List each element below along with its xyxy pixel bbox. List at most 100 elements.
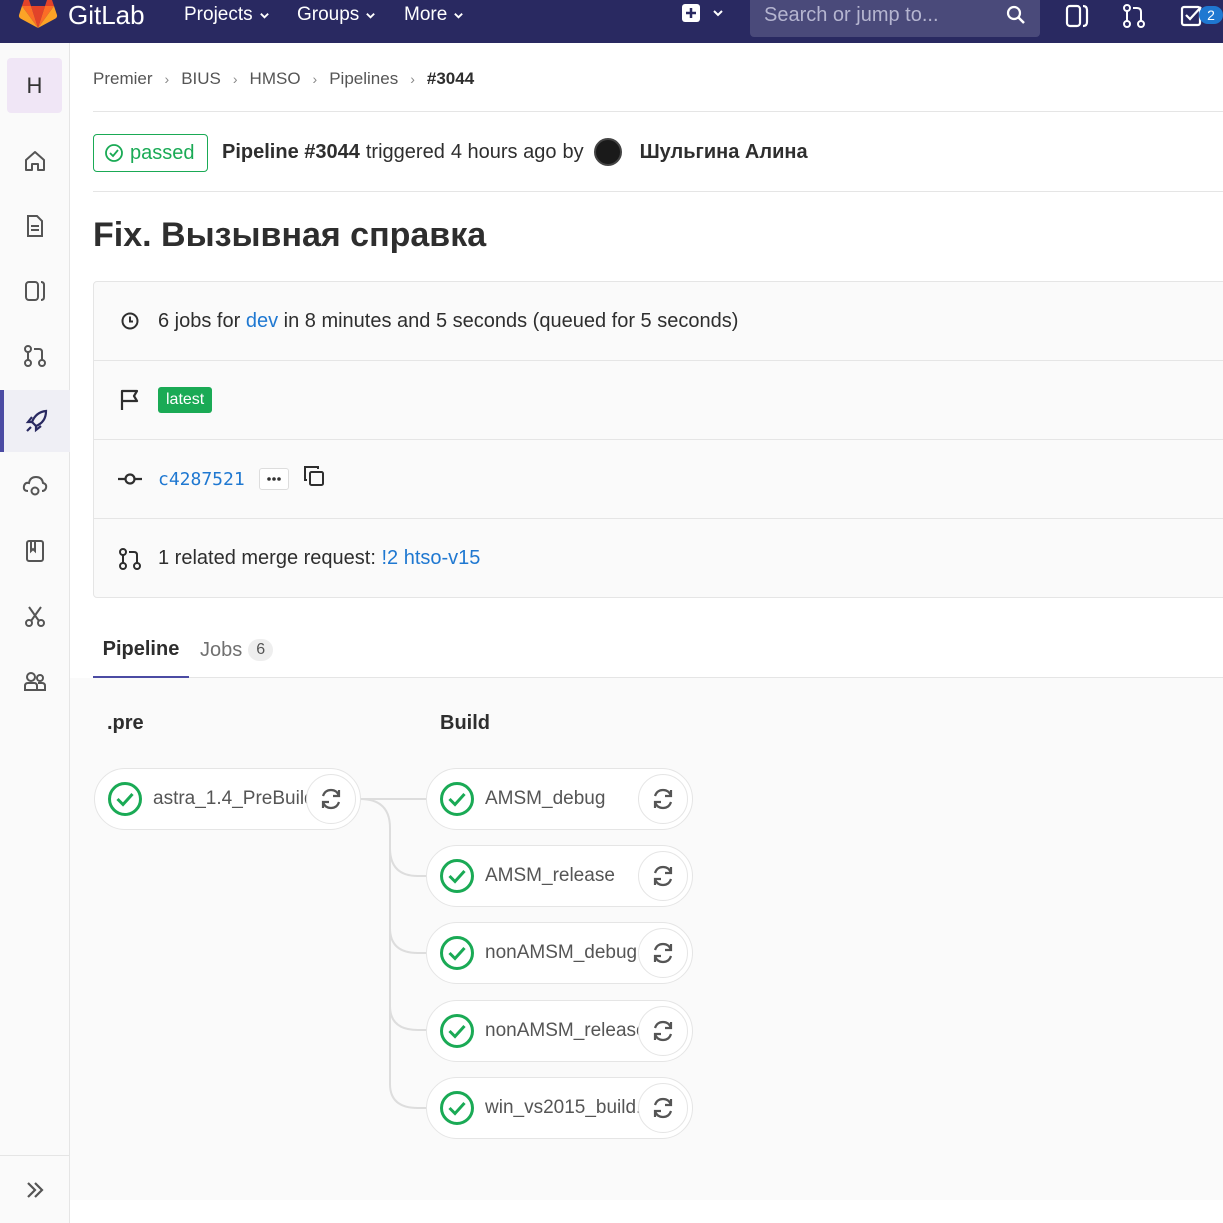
user-name[interactable]: Шульгина Алина <box>640 141 808 164</box>
tab-pipeline[interactable]: Pipeline <box>93 622 189 678</box>
chevron-right-icon: › <box>232 71 238 87</box>
retry-icon <box>653 788 673 810</box>
project-avatar[interactable]: H <box>7 58 62 113</box>
jobs-count-badge: 6 <box>248 639 274 661</box>
job-win-vs2015-build[interactable]: win_vs2015_build... <box>426 1077 693 1139</box>
retry-job-button[interactable] <box>638 1083 688 1133</box>
breadcrumb: Premier › BIUS › HMSO › Pipelines › #304… <box>93 64 474 94</box>
sidebar-item-wiki[interactable] <box>0 520 70 582</box>
breadcrumb-hmso[interactable]: HMSO <box>250 69 301 89</box>
gitlab-brand[interactable]: GitLab <box>68 0 145 30</box>
sidebar-item-project[interactable] <box>0 130 70 192</box>
merge-request-icon <box>24 345 46 367</box>
sidebar-item-snippets[interactable] <box>0 585 70 647</box>
jobs-prefix: 6 jobs for <box>158 309 241 332</box>
job-name: astra_1.4_PreBuild <box>153 788 308 809</box>
chevron-right-icon: › <box>410 71 415 87</box>
breadcrumb-bius[interactable]: BIUS <box>181 69 221 89</box>
check-circle-icon <box>440 1014 474 1048</box>
double-chevron-right-icon <box>27 1181 44 1198</box>
new-dropdown-button[interactable] <box>680 2 724 24</box>
groups-menu[interactable]: Groups <box>297 4 376 26</box>
pipeline-id: Pipeline #3044 <box>222 140 360 163</box>
search-input[interactable]: Search or jump to... <box>750 0 1040 37</box>
retry-icon <box>653 1097 673 1119</box>
job-nonamsm-debug[interactable]: nonAMSM_debug <box>426 922 693 984</box>
job-astra-prebuild[interactable]: astra_1.4_PreBuild <box>94 768 361 830</box>
more-menu[interactable]: More <box>404 4 464 26</box>
projects-menu[interactable]: Projects <box>184 4 270 26</box>
by-text: by <box>562 140 584 163</box>
chevron-right-icon: › <box>164 71 170 87</box>
chevron-down-icon <box>713 10 723 17</box>
gitlab-logo-icon[interactable] <box>18 0 58 32</box>
sidebar-item-operations[interactable] <box>0 455 70 517</box>
todo-count-badge: 2 <box>1199 6 1223 24</box>
check-circle-icon <box>105 144 123 162</box>
triggered-time: 4 hours ago <box>450 140 557 163</box>
commit-sha-link[interactable]: c4287521 <box>158 469 245 490</box>
retry-icon <box>653 865 673 887</box>
issues-icon[interactable] <box>1064 3 1090 29</box>
tab-jobs[interactable]: Jobs 6 <box>200 622 274 678</box>
merge-request-icon[interactable] <box>1121 3 1147 29</box>
job-name: AMSM_release <box>485 865 615 886</box>
scissors-icon <box>25 606 45 627</box>
job-amsm-debug[interactable]: AMSM_debug <box>426 768 693 830</box>
divider <box>93 111 1223 112</box>
breadcrumb-pipelines[interactable]: Pipelines <box>329 69 398 89</box>
retry-job-button[interactable] <box>638 851 688 901</box>
pipeline-graph: .pre Build astra_1.4_PreBuild AMSM_debug <box>70 678 1223 1200</box>
sidebar-item-ci-cd[interactable] <box>0 390 70 452</box>
copy-sha-button[interactable] <box>303 465 325 493</box>
user-avatar[interactable] <box>593 138 622 166</box>
job-amsm-release[interactable]: AMSM_release <box>426 845 693 907</box>
branch-link[interactable]: dev <box>246 310 278 333</box>
check-circle-icon <box>440 859 474 893</box>
expand-commit-message-button[interactable] <box>258 468 289 490</box>
pipeline-header: Pipeline #3044 triggered 4 hours ago by … <box>222 138 808 166</box>
rocket-icon <box>25 409 48 433</box>
plus-square-icon <box>682 4 700 22</box>
check-circle-icon <box>440 936 474 970</box>
stage-title-build: Build <box>440 712 490 734</box>
job-nonamsm-release[interactable]: nonAMSM_release <box>426 1000 693 1062</box>
merge-request-row: 1 related merge request: !2 htso-v15 <box>94 519 1223 598</box>
breadcrumb-premier[interactable]: Premier <box>93 69 153 89</box>
merge-request-link[interactable]: !2 htso-v15 <box>381 547 480 570</box>
sidebar-item-merge-requests[interactable] <box>0 325 70 387</box>
flag-icon <box>120 389 139 410</box>
retry-job-button[interactable] <box>638 928 688 978</box>
retry-icon <box>653 1020 673 1042</box>
top-navbar: GitLab Projects Groups More Search or ju… <box>0 0 1223 43</box>
job-name: AMSM_debug <box>485 788 606 809</box>
duration-text: in 8 minutes and 5 seconds (queued for 5… <box>283 309 739 332</box>
collapse-sidebar-button[interactable] <box>0 1155 70 1223</box>
tab-pipeline-label: Pipeline <box>102 637 180 660</box>
sidebar-item-issues[interactable] <box>0 260 70 322</box>
check-circle-icon <box>440 782 474 816</box>
status-badge[interactable]: passed <box>93 134 208 172</box>
copy-icon <box>303 466 324 486</box>
groups-menu-label: Groups <box>297 4 360 25</box>
breadcrumb-current[interactable]: #3044 <box>427 69 474 89</box>
search-icon <box>1006 5 1025 24</box>
triggered-text: triggered <box>365 140 445 163</box>
retry-job-button[interactable] <box>638 774 688 824</box>
project-sidebar: H <box>0 43 70 1223</box>
pipeline-tabs: Pipeline Jobs 6 <box>93 622 1223 678</box>
pipeline-info-box: 6 jobs for dev in 8 minutes and 5 second… <box>93 281 1223 598</box>
retry-icon <box>321 788 341 810</box>
sidebar-item-repository[interactable] <box>0 195 70 257</box>
check-circle-icon <box>108 782 142 816</box>
clock-icon <box>121 312 139 330</box>
retry-job-button[interactable] <box>306 774 356 824</box>
retry-job-button[interactable] <box>638 1006 688 1056</box>
stage-title-pre: .pre <box>107 712 144 734</box>
sidebar-item-members[interactable] <box>0 650 70 712</box>
commit-icon <box>118 473 142 485</box>
job-name: win_vs2015_build... <box>485 1097 645 1118</box>
merge-request-icon <box>119 547 141 570</box>
retry-icon <box>653 942 673 964</box>
cloud-gear-icon <box>22 475 48 496</box>
